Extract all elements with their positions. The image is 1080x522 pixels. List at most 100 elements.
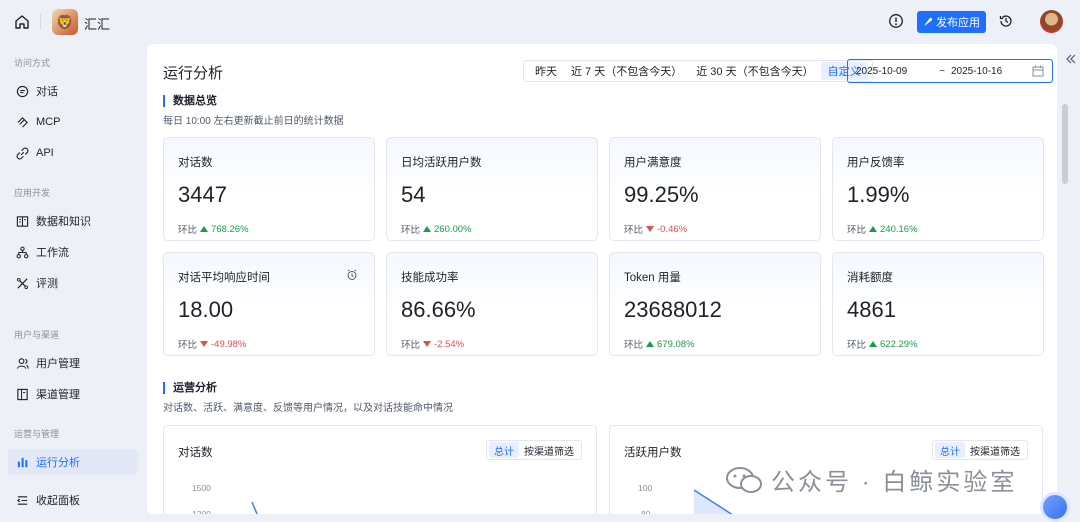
metric-value: 54 [401,182,426,207]
y-tick: 100 [638,483,653,493]
filter-total[interactable]: 总计 [935,442,965,458]
triangle-up-icon [646,341,655,347]
tab-last-7-days[interactable]: 近 7 天（不包含今天） [564,62,689,80]
metric-value: 18.00 [178,297,234,322]
metric-value: 1.99% [847,182,910,207]
sidebar-item-chat[interactable]: 对话 [8,78,138,104]
metric-card: 技能成功率 86.66% 环比 -2.54% [386,252,598,356]
operations-subtitle: 对话数、活跃、满意度、反馈等用户情况，以及对话技能命中情况 [163,403,453,414]
sidebar-group-users: 用户与渠道 [14,330,60,340]
sidebar-item-eval[interactable]: 评测 [8,270,138,296]
tab-last-30-days[interactable]: 近 30 天（不包含今天） [689,62,820,80]
expand-right-panel-button[interactable] [1062,44,1080,74]
page-title: 运行分析 [163,65,224,82]
chart-line [251,501,258,514]
channel-icon [17,388,28,400]
triangle-up-icon [869,226,878,232]
collapse-icon [16,495,28,505]
sidebar-item-workflow[interactable]: 工作流 [8,239,138,265]
sidebar-item-channel-mgmt[interactable]: 渠道管理 [8,381,138,407]
sidebar-item-user-mgmt[interactable]: 用户管理 [8,350,138,376]
y-tick: 1500 [192,483,211,493]
date-range-picker[interactable]: 2025-10-09 ~ 2025-10-16 [847,59,1053,83]
collapse-panel-button[interactable]: 收起面板 [8,487,138,513]
trend-value: -2.54% [434,338,465,350]
filter-by-channel[interactable]: 按渠道筛选 [519,442,579,458]
sidebar-item-mcp[interactable]: MCP [8,109,138,135]
link-icon [16,147,29,159]
trend-prefix: 环比 [401,225,421,236]
triangle-down-icon [200,341,209,347]
history-icon[interactable] [998,13,1016,31]
metric-trend: 环比 240.16% [847,222,918,237]
trend-value: 679.08% [657,338,695,350]
watermark: 公众号 · 白鲸实验室 [725,462,1017,497]
metric-trend: 环比 768.26% [178,222,249,237]
chart-title: 对话数 [178,447,213,459]
sidebar-item-data[interactable]: 数据和知识 [8,208,138,234]
date-end[interactable]: 2025-10-16 [951,66,1002,77]
triangle-up-icon [200,226,209,232]
book-icon [16,215,29,227]
sidebar-item-label: 对话 [36,86,58,98]
triangle-up-icon [423,226,432,232]
top-divider [40,14,41,30]
sidebar-item-label: API [36,147,54,159]
metric-card: 用户反馈率 1.99% 环比 240.16% [832,137,1044,241]
sidebar-item-label: MCP [36,116,61,128]
triangle-down-icon [423,341,432,347]
sidebar-item-label: 运行分析 [36,457,80,469]
top-bar: 🦁 汇汇 发布应用 [0,0,1080,44]
chat-icon [16,85,29,97]
home-icon[interactable] [12,12,32,32]
metric-label: 日均活跃用户数 [401,157,482,169]
metric-value: 23688012 [624,297,722,322]
sidebar-item-label: 渠道管理 [36,389,80,401]
publish-button[interactable]: 发布应用 [917,11,986,33]
metric-card: 用户满意度 99.25% 环比 -0.46% [609,137,821,241]
metric-label: 消耗额度 [847,272,893,284]
metric-label: 用户反馈率 [847,157,905,169]
collapse-label: 收起面板 [36,495,80,507]
sidebar-item-api[interactable]: API [8,140,138,166]
info-icon[interactable] [888,13,906,31]
trend-value: -0.46% [657,223,688,235]
metric-label: 用户满意度 [624,157,682,169]
assistant-float-button[interactable] [1040,492,1070,522]
tab-yesterday[interactable]: 昨天 [528,62,564,80]
filter-total[interactable]: 总计 [489,442,519,458]
metric-trend: 环比 -49.98% [178,337,246,352]
trend-value: 768.26% [211,223,249,235]
filter-by-channel[interactable]: 按渠道筛选 [965,442,1025,458]
sidebar-item-analytics[interactable]: 运行分析 [8,449,138,475]
trend-prefix: 环比 [624,340,644,351]
sidebar-group-dev: 应用开发 [14,188,51,198]
alarm-clock-icon[interactable] [346,269,358,281]
date-start[interactable]: 2025-10-09 [856,66,907,77]
chart-filter-toggle: 总计 按渠道筛选 [932,440,1028,460]
metric-label: 对话平均响应时间 [178,272,270,284]
metric-trend: 环比 -0.46% [624,222,688,237]
operations-title: 运营分析 [163,382,217,394]
trend-prefix: 环比 [847,340,867,351]
trend-prefix: 环比 [624,225,644,236]
chart-filter-toggle: 总计 按渠道筛选 [486,440,582,460]
trend-prefix: 环比 [178,225,198,236]
metric-card: 日均活跃用户数 54 环比 260.00% [386,137,598,241]
main-panel: 运行分析 昨天 近 7 天（不包含今天） 近 30 天（不包含今天） 自定义 2… [147,44,1057,514]
user-avatar[interactable] [1040,10,1063,33]
watermark-text: 公众号 · 白鲸实验室 [771,469,1018,496]
chart-card-conversations: 对话数 总计 按渠道筛选 1500 1200 [163,425,597,514]
sidebar-group-ops: 运营与管理 [14,429,60,439]
trend-value: 260.00% [434,223,472,235]
metric-label: Token 用量 [624,272,681,284]
scrollbar-thumb[interactable] [1062,104,1068,184]
user-icon [16,357,29,369]
sidebar-item-label: 评测 [36,278,58,290]
evaluate-icon [17,277,28,289]
y-tick: 1200 [192,509,211,514]
triangle-up-icon [869,341,878,347]
metric-card: Token 用量 23688012 环比 679.08% [609,252,821,356]
sidebar: 访问方式 对话 MCP API 应用开发 数据和知识 工作流 评测 用户与渠道 … [0,44,146,522]
metric-value: 86.66% [401,297,476,322]
